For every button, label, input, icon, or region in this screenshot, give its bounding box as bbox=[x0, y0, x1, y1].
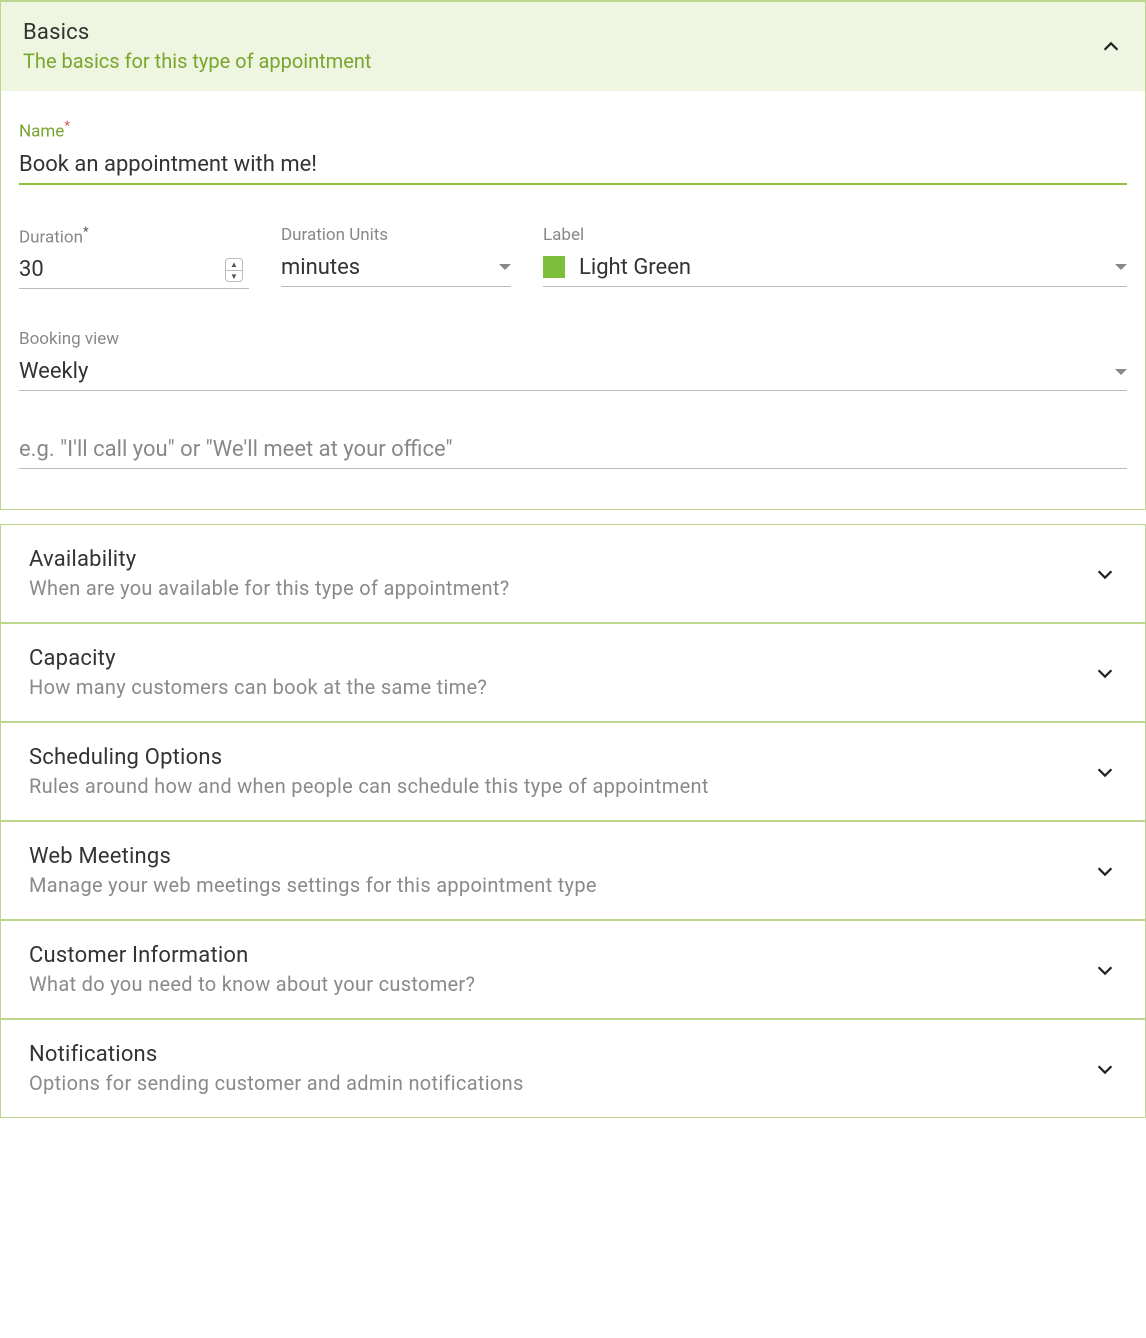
section-title: Customer Information bbox=[29, 943, 1093, 968]
section-customer-information-header[interactable]: Customer Information What do you need to… bbox=[1, 921, 1145, 1018]
label-label: Label bbox=[543, 225, 1127, 245]
section-availability: Availability When are you available for … bbox=[0, 524, 1146, 623]
section-basics: Basics The basics for this type of appoi… bbox=[0, 0, 1146, 510]
section-title: Notifications bbox=[29, 1042, 1093, 1067]
section-title: Availability bbox=[29, 547, 1093, 572]
booking-view-field-wrapper: Booking view Weekly bbox=[19, 329, 1127, 391]
section-web-meetings-header[interactable]: Web Meetings Manage your web meetings se… bbox=[1, 822, 1145, 919]
section-subtitle: When are you available for this type of … bbox=[29, 576, 1093, 600]
section-availability-header[interactable]: Availability When are you available for … bbox=[1, 525, 1145, 622]
collapsed-sections: Availability When are you available for … bbox=[0, 524, 1146, 1118]
section-capacity: Capacity How many customers can book at … bbox=[0, 623, 1146, 722]
duration-units-select[interactable]: minutes bbox=[281, 249, 511, 287]
section-subtitle: Options for sending customer and admin n… bbox=[29, 1071, 1093, 1095]
number-spinner: ▲ ▼ bbox=[225, 258, 243, 282]
chevron-down-icon bbox=[1093, 760, 1117, 784]
section-capacity-header[interactable]: Capacity How many customers can book at … bbox=[1, 624, 1145, 721]
section-subtitle: Rules around how and when people can sch… bbox=[29, 774, 1093, 798]
section-scheduling-options-header[interactable]: Scheduling Options Rules around how and … bbox=[1, 723, 1145, 820]
duration-units-field-wrapper: Duration Units minutes bbox=[281, 225, 511, 290]
name-label: Name* bbox=[19, 119, 1127, 142]
section-customer-information: Customer Information What do you need to… bbox=[0, 920, 1146, 1019]
section-title: Web Meetings bbox=[29, 844, 1093, 869]
section-notifications-header[interactable]: Notifications Options for sending custom… bbox=[1, 1020, 1145, 1117]
booking-view-select[interactable]: Weekly bbox=[19, 353, 1127, 391]
label-field-wrapper: Label Light Green bbox=[543, 225, 1127, 290]
color-swatch bbox=[543, 256, 565, 278]
label-select[interactable]: Light Green bbox=[543, 249, 1127, 287]
chevron-down-icon bbox=[1093, 661, 1117, 685]
duration-field-wrapper: Duration* ▲ ▼ bbox=[19, 225, 249, 290]
duration-label: Duration* bbox=[19, 225, 249, 248]
chevron-up-icon bbox=[1099, 35, 1123, 59]
booking-view-label: Booking view bbox=[19, 329, 1127, 349]
section-title: Scheduling Options bbox=[29, 745, 1093, 770]
section-web-meetings: Web Meetings Manage your web meetings se… bbox=[0, 821, 1146, 920]
location-input[interactable] bbox=[19, 431, 1127, 469]
spinner-up-button[interactable]: ▲ bbox=[226, 259, 242, 271]
spinner-down-button[interactable]: ▼ bbox=[226, 271, 242, 282]
section-title: Capacity bbox=[29, 646, 1093, 671]
label-value: Light Green bbox=[579, 255, 691, 280]
section-basics-header[interactable]: Basics The basics for this type of appoi… bbox=[1, 2, 1145, 91]
section-basics-body: Name* Duration* ▲ ▼ Duration Units minut… bbox=[1, 91, 1145, 509]
chevron-down-icon bbox=[1093, 859, 1117, 883]
chevron-down-icon bbox=[1093, 958, 1117, 982]
chevron-down-icon bbox=[1115, 264, 1127, 270]
name-field-wrapper: Name* bbox=[19, 119, 1127, 185]
section-scheduling-options: Scheduling Options Rules around how and … bbox=[0, 722, 1146, 821]
chevron-down-icon bbox=[1093, 1057, 1117, 1081]
duration-units-label: Duration Units bbox=[281, 225, 511, 245]
section-header-text: Basics The basics for this type of appoi… bbox=[23, 20, 1099, 73]
duration-input[interactable] bbox=[19, 251, 249, 289]
section-subtitle: What do you need to know about your cust… bbox=[29, 972, 1093, 996]
section-subtitle: Manage your web meetings settings for th… bbox=[29, 873, 1093, 897]
chevron-down-icon bbox=[499, 264, 511, 270]
section-subtitle: The basics for this type of appointment bbox=[23, 49, 1099, 73]
section-title: Basics bbox=[23, 20, 1099, 45]
duration-units-value: minutes bbox=[281, 255, 360, 280]
chevron-down-icon bbox=[1093, 562, 1117, 586]
section-subtitle: How many customers can book at the same … bbox=[29, 675, 1093, 699]
booking-view-value: Weekly bbox=[19, 359, 88, 384]
name-input[interactable] bbox=[19, 146, 1127, 185]
section-notifications: Notifications Options for sending custom… bbox=[0, 1019, 1146, 1118]
chevron-down-icon bbox=[1115, 369, 1127, 375]
location-field-wrapper bbox=[19, 431, 1127, 469]
